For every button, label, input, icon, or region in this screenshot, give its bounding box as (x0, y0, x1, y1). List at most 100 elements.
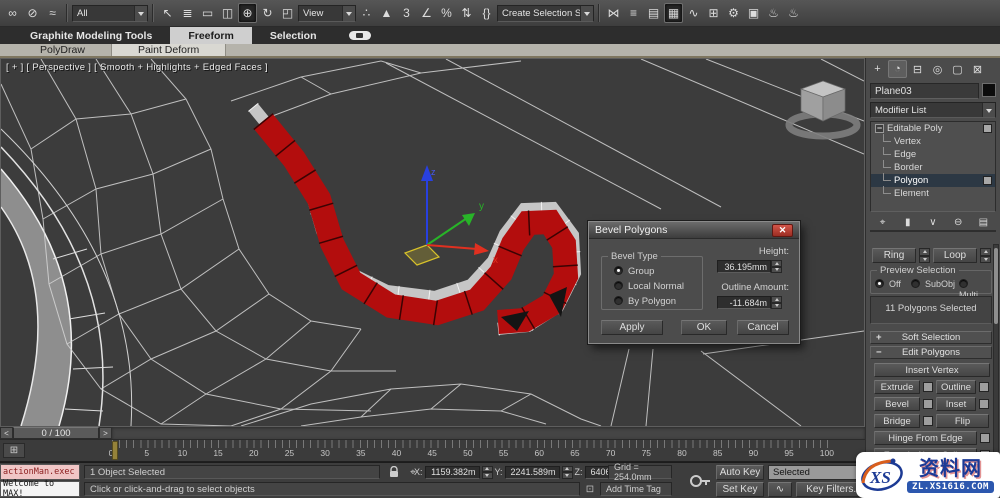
bridge-button[interactable]: Bridge (874, 414, 920, 428)
extrude-settings-icon[interactable] (923, 382, 933, 392)
make-unique-icon[interactable]: ∨ (924, 215, 941, 230)
curve-editor-icon[interactable]: ∿ (684, 3, 703, 23)
radio-by-polygon-option[interactable]: By Polygon (614, 296, 676, 307)
select-and-link-icon[interactable]: ∞ (3, 3, 22, 23)
render-setup-icon[interactable]: ⚙ (724, 3, 743, 23)
insert-vertex-button[interactable]: Insert Vertex (874, 363, 990, 377)
display-tab-icon[interactable]: ▢ (948, 60, 967, 78)
close-icon[interactable]: ✕ (772, 223, 793, 237)
tab-polydraw[interactable]: PolyDraw (14, 44, 112, 56)
dialog-title-bar[interactable]: Bevel Polygons ✕ (589, 222, 799, 239)
extrude-button[interactable]: Extrude (874, 380, 920, 394)
remove-modifier-icon[interactable]: ⊖ (950, 215, 967, 230)
outline-settings-icon[interactable] (979, 382, 989, 392)
time-tag-icon[interactable]: ⊡ (583, 482, 597, 496)
chevron-down-icon[interactable] (134, 5, 147, 21)
previous-frame-button[interactable]: < (0, 427, 13, 439)
radio-local-normal-option[interactable]: Local Normal (614, 281, 684, 292)
current-frame-marker[interactable] (112, 441, 118, 460)
x-coord-field[interactable]: 1159.382m (424, 465, 480, 479)
align-icon[interactable]: ≡ (624, 3, 643, 23)
selection-filter-dropdown[interactable]: All (72, 4, 148, 22)
snaps-toggle-icon[interactable]: 3 (397, 3, 416, 23)
modify-tab-icon[interactable]: ◔ (888, 60, 907, 78)
ribbon-minimize-button[interactable] (348, 31, 371, 40)
y-coord-field[interactable]: 2241.589m (504, 465, 560, 479)
y-spinner[interactable] (561, 465, 573, 479)
radio-off-option[interactable]: Off (875, 279, 901, 290)
rectangular-selection-region-icon[interactable]: ▭ (198, 3, 217, 23)
inset-button[interactable]: Inset (936, 397, 976, 411)
motion-tab-icon[interactable]: ◎ (928, 60, 947, 78)
visibility-bulb-icon[interactable] (983, 176, 992, 185)
flip-button[interactable]: Flip (936, 414, 989, 428)
outline-amount-spinner[interactable]: -11.684m (717, 296, 782, 309)
bevel-button[interactable]: Bevel (874, 397, 920, 411)
schematic-view-icon[interactable]: ⊞ (704, 3, 723, 23)
object-name-field[interactable]: Plane03 (870, 83, 979, 99)
tab-paint-deform[interactable]: Paint Deform (111, 44, 227, 56)
window-crossing-icon[interactable]: ◫ (218, 3, 237, 23)
viewport-label[interactable]: [ + ] [ Perspective ] [ Smooth + Highlig… (6, 62, 268, 73)
hinge-settings-icon[interactable] (980, 433, 990, 443)
radio-group-option[interactable]: Group (614, 266, 654, 277)
show-end-result-icon[interactable]: ▮ (899, 215, 916, 230)
next-frame-button[interactable]: > (99, 427, 112, 439)
chevron-down-icon[interactable] (580, 5, 593, 21)
modifier-stack-item[interactable]: Element (871, 186, 995, 200)
select-and-scale-icon[interactable]: ◰ (278, 3, 297, 23)
reference-coordinate-dropdown[interactable]: View (298, 4, 356, 22)
soft-selection-rollout[interactable]: + Soft Selection (870, 331, 992, 344)
set-keys-key-icon[interactable] (688, 467, 712, 495)
modifier-list-dropdown[interactable]: Modifier List (870, 102, 996, 118)
graphite-ribbon-toggle-icon[interactable]: ▦ (664, 3, 683, 23)
use-pivot-point-center-icon[interactable]: ∴ (357, 3, 376, 23)
chevron-down-icon[interactable] (982, 103, 995, 117)
select-object-icon[interactable]: ↖ (158, 3, 177, 23)
select-by-name-icon[interactable]: ≣ (178, 3, 197, 23)
maxscript-listener-line2[interactable]: Welcome to MAX! (0, 479, 80, 498)
tab-freeform[interactable]: Freeform (170, 27, 252, 44)
loop-button[interactable]: Loop (933, 248, 977, 263)
hierarchy-tab-icon[interactable]: ⊟ (908, 60, 927, 78)
rendered-frame-window-icon[interactable]: ▣ (744, 3, 763, 23)
select-and-manipulate-icon[interactable]: ▲ (377, 3, 396, 23)
transform-gizmo[interactable]: y x z (403, 165, 498, 266)
ok-button[interactable]: OK (681, 320, 727, 335)
default-in-out-tangent-icon[interactable]: ∿ (768, 482, 792, 497)
viewcube[interactable] (785, 80, 861, 140)
render-iterative-icon[interactable]: ♨ (784, 3, 803, 23)
maxscript-listener-line1[interactable]: actionMan.exec (0, 464, 80, 480)
track-bar[interactable]: ⊞ 0 5 10 15 20 25 30 35 40 45 50 55 60 65 70 75 80 85 90 95… (0, 440, 865, 462)
edit-named-selection-sets-icon[interactable]: {} (477, 3, 496, 23)
perspective-viewport[interactable]: [ + ] [ Perspective ] [ Smooth + Highlig… (0, 58, 865, 427)
create-tab-icon[interactable]: + (868, 60, 887, 78)
panel-scrollbar[interactable] (993, 244, 999, 458)
pin-stack-icon[interactable]: ⌖ (874, 215, 891, 230)
object-color-swatch[interactable] (982, 83, 996, 97)
named-selection-set-dropdown[interactable]: Create Selection Se (497, 4, 594, 22)
time-slider-handle[interactable]: 0 / 100 (13, 427, 99, 439)
configure-modifier-sets-icon[interactable]: ▤ (975, 215, 992, 230)
selection-lock-icon[interactable] (386, 465, 402, 479)
utilities-tab-icon[interactable]: ⊠ (968, 60, 987, 78)
bevel-polygons-dialog[interactable]: Bevel Polygons ✕ Bevel Type Group Local … (587, 220, 801, 345)
ring-button[interactable]: Ring (872, 248, 916, 263)
chevron-down-icon[interactable] (342, 5, 355, 21)
add-time-tag[interactable]: Add Time Tag (600, 482, 672, 496)
angle-snap-toggle-icon[interactable]: ∠ (417, 3, 436, 23)
outline-button[interactable]: Outline (936, 380, 976, 394)
bevel-settings-icon[interactable] (923, 399, 933, 409)
apply-button[interactable]: Apply (601, 320, 663, 335)
select-and-rotate-icon[interactable]: ↻ (258, 3, 277, 23)
tab-selection[interactable]: Selection (252, 27, 335, 44)
inset-settings-icon[interactable] (979, 399, 989, 409)
tab-graphite-modeling-tools[interactable]: Graphite Modeling Tools (12, 27, 170, 44)
x-spinner[interactable] (481, 465, 493, 479)
render-production-icon[interactable]: ♨ (764, 3, 783, 23)
ring-spinner[interactable] (919, 248, 930, 263)
hinge-from-edge-button[interactable]: Hinge From Edge (874, 431, 977, 445)
radio-subobj-option[interactable]: SubObj (911, 279, 955, 290)
auto-key-button[interactable]: Auto Key (716, 465, 764, 480)
set-key-button[interactable]: Set Key (716, 482, 764, 497)
